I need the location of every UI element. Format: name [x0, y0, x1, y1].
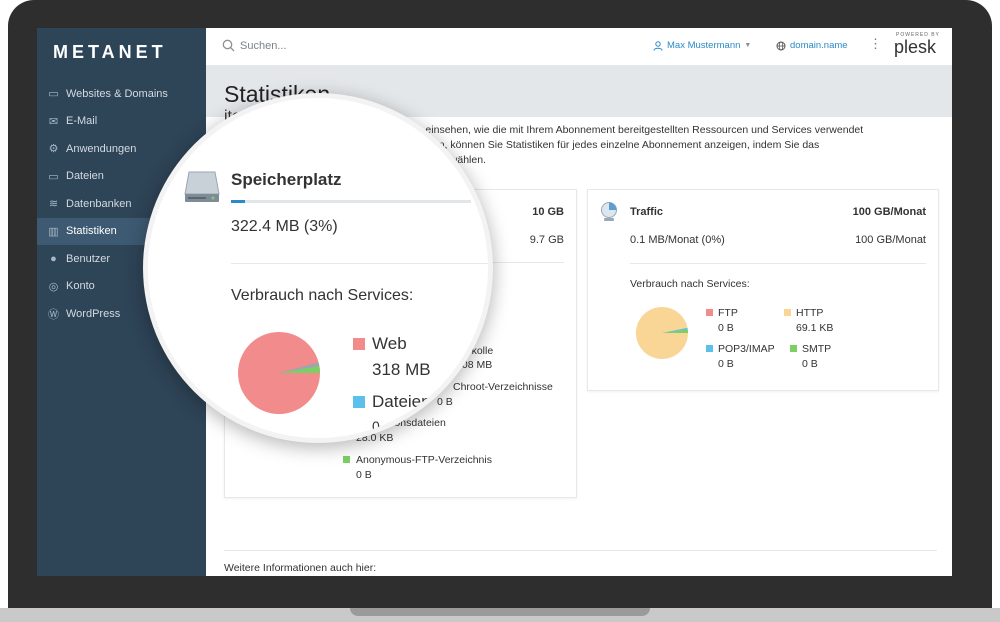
- laptop-base: [0, 608, 1000, 622]
- card-divider: [231, 263, 488, 264]
- legend-item-smtp: SMTP: [802, 343, 832, 355]
- traffic-remaining: 100 GB/Monat: [855, 234, 926, 246]
- legend-value-protokolle: .08 MB: [459, 359, 493, 371]
- plesk-logo: POWERED BY plesk: [894, 32, 944, 58]
- disk-remaining: 9.7 GB: [529, 234, 564, 246]
- brand-logo: METANET: [53, 42, 167, 62]
- monitor-icon: ▭: [48, 88, 59, 101]
- more-vertical-icon[interactable]: ⋮: [869, 36, 882, 52]
- sidebar-item-label: WordPress: [66, 307, 121, 320]
- more-info-label: Weitere Informationen auch hier:: [224, 562, 377, 574]
- legend-value-dateien: 0: [372, 418, 380, 434]
- disk-breakdown-label: Verbrauch nach Services:: [231, 287, 414, 304]
- legend-swatch-web: [353, 338, 365, 350]
- legend-item-pop3-imap: POP3/IMAP: [718, 343, 775, 355]
- sidebar-item-label: Statistiken: [66, 225, 117, 238]
- disk-usage-value: 322.4 MB (3%): [231, 218, 338, 235]
- disk-limit: 10 GB: [532, 206, 564, 218]
- legend-swatch-http: [784, 309, 791, 316]
- legend-swatch-ftp: [706, 309, 713, 316]
- magnifier-lens: Speicherplatz 322.4 MB (3%) Verbrauch na…: [148, 98, 488, 438]
- sidebar-item-anwendungen[interactable]: ⚙ Anwendungen: [37, 135, 206, 163]
- sidebar-item-label: Datenbanken: [66, 197, 132, 210]
- card-divider: [630, 263, 926, 264]
- folder-icon: ▭: [48, 170, 59, 183]
- gear-icon: ⚙: [48, 143, 59, 156]
- sidebar-item-label: E-Mail: [66, 115, 98, 128]
- domain-selector[interactable]: domain.name: [776, 40, 848, 51]
- traffic-title: Traffic: [630, 206, 664, 218]
- legend-item-dateien: Dateien: [372, 392, 431, 411]
- topbar: Max Mustermann ▼ domain.name ⋮ POWERED B…: [206, 28, 952, 66]
- search-input[interactable]: [240, 37, 440, 55]
- traffic-pie-chart: [636, 307, 688, 359]
- sidebar-item-email[interactable]: ✉ E-Mail: [37, 108, 206, 136]
- legend-item-http: HTTP: [796, 307, 824, 319]
- intro-line-1b: iber einsehen, wie die mit Ihrem Abonnem…: [405, 124, 864, 136]
- sidebar-item-label: Konto: [66, 280, 95, 293]
- legend-value-pop3-imap: 0 B: [718, 358, 734, 370]
- legend-value-http: 69.1 KB: [796, 322, 834, 334]
- sidebar-item-label: Benutzer: [66, 252, 111, 265]
- legend-swatch-anonymous-ftp: [343, 456, 350, 463]
- account-icon: ◎: [48, 280, 59, 293]
- domain-name: domain.name: [790, 40, 848, 51]
- sidebar-item-label: Dateien: [66, 170, 104, 183]
- laptop-notch: [350, 608, 650, 616]
- legend-swatch-smtp: [790, 345, 797, 352]
- user-menu[interactable]: Max Mustermann ▼: [653, 40, 751, 51]
- wordpress-icon: Ⓦ: [48, 308, 59, 321]
- search-icon: [222, 39, 235, 52]
- section-divider: [224, 550, 937, 551]
- legend-value-chroot: 0 B: [437, 396, 453, 408]
- legend-value-anonymous-ftp: 0 B: [356, 469, 372, 481]
- legend-item-web: Web: [372, 334, 407, 353]
- disk-pie-chart: [238, 332, 320, 414]
- legend-value-web: 318 MB: [372, 360, 431, 379]
- legend-swatch-pop3-imap: [706, 345, 713, 352]
- mail-icon: ✉: [48, 115, 59, 128]
- bar-chart-icon: ▥: [48, 225, 59, 238]
- traffic-card: Traffic 100 GB/Monat 0.1 MB/Monat (0%) 1…: [587, 189, 939, 391]
- legend-item-chroot: Chroot-Verzeichnisse: [453, 381, 553, 393]
- legend-value-smtp: 0 B: [802, 358, 818, 370]
- sidebar-item-label: Websites & Domains: [66, 87, 168, 100]
- traffic-usage: 0.1 MB/Monat (0%): [630, 234, 725, 246]
- traffic-breakdown-label: Verbrauch nach Services:: [630, 278, 750, 290]
- chevron-down-icon: ▼: [744, 42, 752, 49]
- hard-drive-icon: [184, 171, 220, 202]
- disk-progress-fill: [231, 200, 246, 203]
- disk-title: Speicherplatz: [231, 170, 342, 189]
- layers-icon: ≋: [48, 198, 59, 211]
- traffic-limit: 100 GB/Monat: [852, 206, 926, 218]
- legend-value-ftp: 0 B: [718, 322, 734, 334]
- legend-item-ftp: FTP: [718, 307, 738, 319]
- plesk-wordmark: plesk: [894, 37, 937, 57]
- globe-icon: [776, 41, 786, 50]
- sidebar-item-websites-domains[interactable]: ▭ Websites & Domains: [37, 80, 206, 108]
- sidebar-item-label: Anwendungen: [66, 142, 137, 155]
- legend-swatch-dateien: [353, 396, 365, 408]
- user-icon: [653, 40, 663, 51]
- user-name: Max Mustermann: [667, 40, 741, 51]
- traffic-gauge-icon: [601, 202, 617, 221]
- legend-item-anonymous-ftp: Anonymous-FTP-Verzeichnis: [356, 454, 492, 466]
- disk-progress-bar: [231, 200, 471, 203]
- user-icon: ●: [50, 252, 57, 265]
